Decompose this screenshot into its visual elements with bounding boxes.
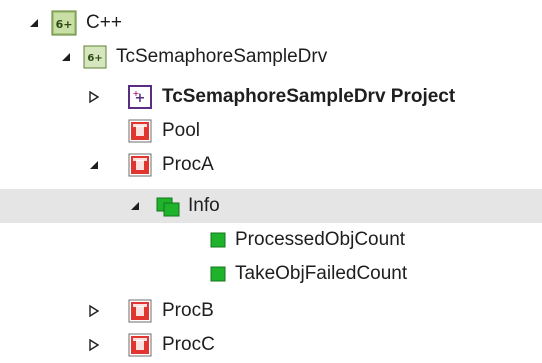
variable-icon	[210, 266, 226, 282]
collapsed-arrow-icon[interactable]	[86, 89, 102, 105]
vc-project-icon: + +	[128, 85, 152, 109]
svg-text:6+: 6+	[56, 18, 73, 31]
tree-node-proca[interactable]: ProcA	[0, 148, 542, 182]
tree-node-label: ProcessedObjCount	[235, 229, 406, 250]
tree-node-procc[interactable]: ProcC	[0, 328, 542, 362]
tree-node-label: TcSemaphoreSampleDrv Project	[162, 86, 456, 107]
cpp-project-icon: 6+	[51, 10, 77, 36]
solution-tree: 6+ C++ 6+ TcSemaphoreSampleDrv + + TcSem…	[0, 0, 542, 363]
tree-node-driver[interactable]: 6+ TcSemaphoreSampleDrv	[0, 40, 542, 74]
tree-node-project[interactable]: + + TcSemaphoreSampleDrv Project	[0, 80, 542, 114]
collapsed-arrow-icon[interactable]	[86, 303, 102, 319]
module-instance-icon	[128, 333, 152, 357]
expanded-arrow-icon[interactable]	[86, 157, 102, 173]
tree-node-label: ProcB	[162, 300, 214, 321]
tree-node-pool[interactable]: Pool	[0, 114, 542, 148]
tree-node-info[interactable]: Info	[0, 189, 542, 223]
variable-icon	[210, 232, 226, 248]
tree-node-label: ProcC	[162, 334, 215, 355]
tree-node-label: TcSemaphoreSampleDrv	[116, 46, 328, 67]
tree-node-label: C++	[86, 12, 122, 33]
tree-node-procb[interactable]: ProcB	[0, 294, 542, 328]
cpp-module-icon: 6+	[83, 45, 107, 69]
collapsed-arrow-icon[interactable]	[86, 337, 102, 353]
svg-text:6+: 6+	[87, 53, 102, 64]
tree-node-label: Pool	[162, 120, 201, 141]
tree-node-cpp[interactable]: 6+ C++	[0, 6, 542, 40]
tree-node-label: ProcA	[162, 154, 214, 175]
tree-node-processedobjcount[interactable]: ProcessedObjCount	[0, 223, 542, 257]
module-instance-icon	[128, 153, 152, 177]
expanded-arrow-icon[interactable]	[127, 198, 143, 214]
module-instance-icon	[128, 299, 152, 323]
svg-text:+: +	[133, 89, 140, 98]
data-area-icon	[156, 197, 180, 217]
expanded-arrow-icon[interactable]	[58, 49, 74, 65]
expanded-arrow-icon[interactable]	[26, 15, 42, 31]
module-instance-icon	[128, 119, 152, 143]
tree-node-label: Info	[188, 195, 220, 216]
tree-node-label: TakeObjFailedCount	[235, 263, 408, 284]
tree-node-takeobjfailedcount[interactable]: TakeObjFailedCount	[0, 257, 542, 291]
